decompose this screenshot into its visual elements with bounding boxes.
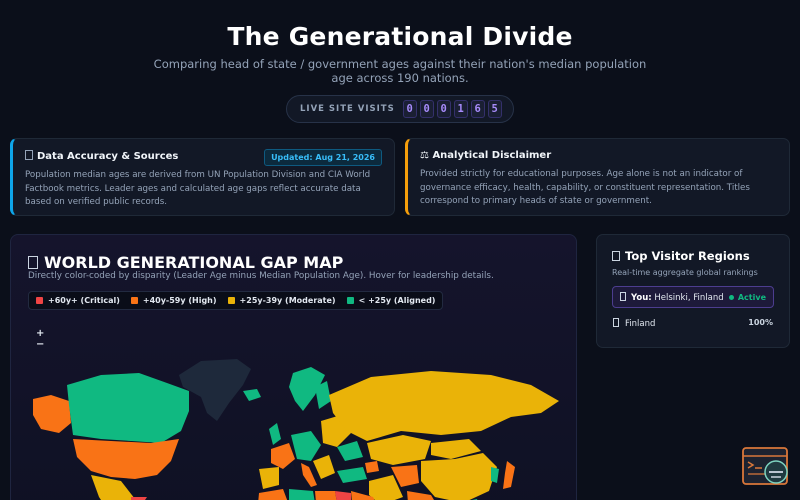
map-region-caucasus <box>365 461 379 473</box>
legend-label: +60y+ (Critical) <box>48 296 120 305</box>
visit-digit: 0 <box>402 100 417 118</box>
pin-icon <box>620 291 626 301</box>
sources-card-title: Data Accuracy & Sources <box>37 151 179 162</box>
zoom-out-button[interactable]: − <box>36 340 44 350</box>
map-region-russia <box>329 371 559 441</box>
map-title: WORLD GENERATIONAL GAP MAP <box>44 253 344 272</box>
disclaimer-card-body: Provided strictly for educational purpos… <box>420 169 750 206</box>
map-region-italy <box>301 463 317 487</box>
visit-counter: LIVE SITE VISITS 0 0 0 1 6 5 <box>286 95 514 123</box>
region-percent: 100% <box>748 318 773 327</box>
visitor-panel-subtitle: Real-time aggregate global rankings <box>612 268 758 277</box>
map-region-turkey <box>337 467 367 483</box>
legend-swatch <box>346 297 354 304</box>
map-region-egypt <box>335 491 351 500</box>
you-label: You: <box>631 292 652 303</box>
info-icon <box>25 150 33 160</box>
page-header: The Generational Divide Comparing head o… <box>0 22 800 85</box>
map-region-north-africa-west <box>258 489 288 500</box>
map-region-alaska <box>33 395 71 433</box>
visitor-panel-title: Top Visitor Regions <box>625 249 750 263</box>
legend-label: < +25y (Aligned) <box>358 296 436 305</box>
page-subtitle: Comparing head of state / government age… <box>153 57 647 85</box>
active-status-label: Active <box>737 292 766 302</box>
map-region-canada <box>67 373 189 443</box>
disclaimer-card: ⚖ Analytical Disclaimer Provided strictl… <box>405 138 790 216</box>
zoom-in-button[interactable]: + <box>36 329 44 339</box>
active-status: Active <box>728 292 766 302</box>
legend-item-high: +40y-59y (High) <box>130 296 217 305</box>
map-region-iceland <box>243 389 261 401</box>
flag-icon <box>613 318 619 327</box>
map-region-mexico <box>91 475 135 500</box>
visit-digit: 6 <box>470 100 485 118</box>
status-dot <box>728 294 734 300</box>
visitor-regions-panel: Top Visitor Regions Real-time aggregate … <box>596 234 790 348</box>
map-legend: +60y+ (Critical) +40y-59y (High) +25y-39… <box>28 291 444 310</box>
visit-digit: 1 <box>453 100 468 118</box>
map-region-balkans <box>313 455 335 479</box>
map-region-korea <box>491 467 499 483</box>
legend-item-aligned: < +25y (Aligned) <box>346 296 436 305</box>
map-subtitle: Directly color-coded by disparity (Leade… <box>28 271 494 281</box>
map-region-central-europe <box>291 431 321 461</box>
map-region-ukraine <box>337 441 363 461</box>
updated-badge: Updated: Aug 21, 2026 <box>264 149 382 166</box>
data-sources-card: Data Accuracy & Sources Updated: Aug 21,… <box>10 138 395 216</box>
page-title: The Generational Divide <box>227 22 573 51</box>
map-region-france <box>271 443 295 469</box>
legend-swatch <box>227 297 235 304</box>
map-region-uk <box>269 423 281 445</box>
map-region-greenland <box>179 359 251 421</box>
current-visitor-row: You: Helsinki, Finland Active <box>612 286 774 308</box>
visit-digit: 0 <box>419 100 434 118</box>
map-region-usa <box>73 439 179 479</box>
globe-icon <box>28 256 38 269</box>
map-region-iberia <box>259 467 279 489</box>
legend-swatch <box>130 297 138 304</box>
world-map-panel: WORLD GENERATIONAL GAP MAP Directly colo… <box>10 234 577 500</box>
terminal-widget-button[interactable] <box>742 446 792 494</box>
visitor-location: Helsinki, Finland <box>654 292 724 303</box>
legend-item-moderate: +25y-39y (Moderate) <box>227 296 336 305</box>
legend-item-critical: +60y+ (Critical) <box>36 296 120 305</box>
sources-card-body: Population median ages are derived from … <box>25 170 371 207</box>
region-name: Finland <box>625 319 656 329</box>
disclaimer-card-title: ⚖ Analytical Disclaimer <box>420 150 552 161</box>
map-region-japan <box>503 461 515 489</box>
legend-label: +25y-39y (Moderate) <box>239 296 336 305</box>
map-region-china <box>421 453 497 500</box>
terminal-icon <box>742 447 788 485</box>
legend-label: +40y-59y (High) <box>142 296 217 305</box>
map-region-kazakhstan <box>367 435 431 465</box>
legend-swatch <box>36 297 43 304</box>
map-region-north-africa-central <box>289 489 315 500</box>
visit-digit: 0 <box>436 100 451 118</box>
visit-digit: 5 <box>487 100 502 118</box>
region-row: Finland 100% <box>612 318 774 329</box>
chart-icon <box>612 251 620 261</box>
visit-counter-label: LIVE SITE VISITS <box>300 104 395 114</box>
